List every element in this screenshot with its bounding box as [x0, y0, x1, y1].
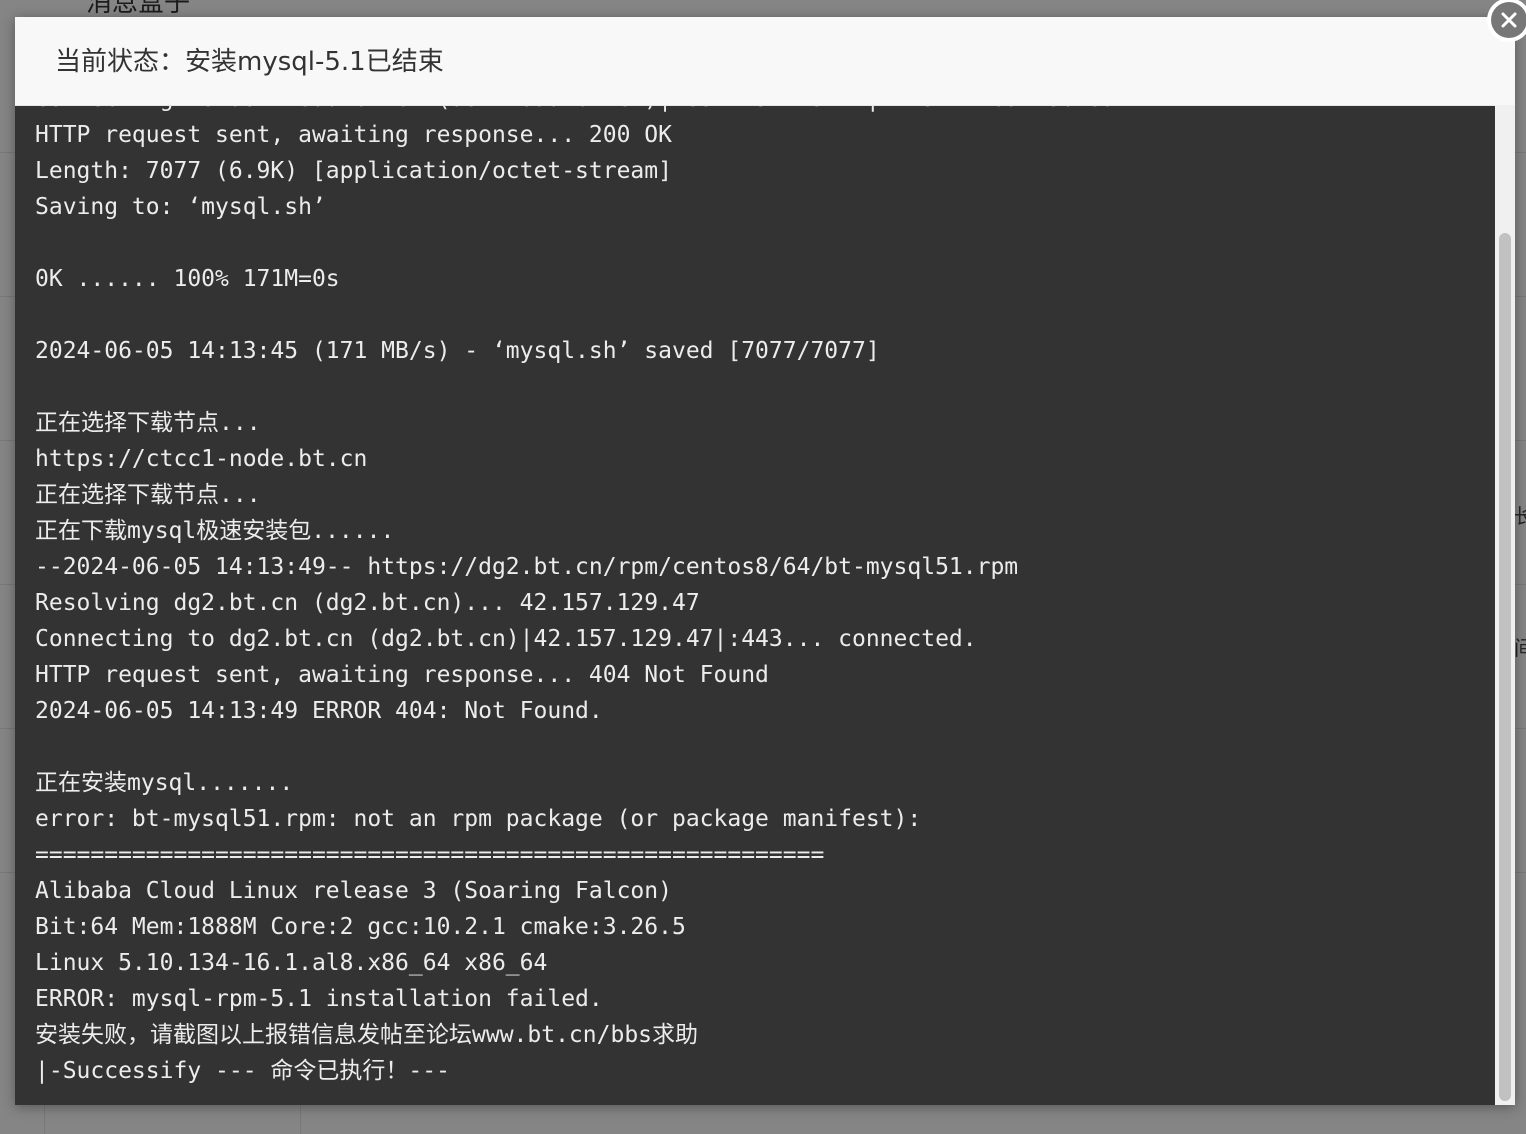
terminal-line: ERROR: mysql-rpm-5.1 installation failed…: [35, 986, 603, 1012]
terminal-line: Saving to: ‘mysql.sh’: [35, 194, 326, 220]
terminal-line: Alibaba Cloud Linux release 3 (Soaring F…: [35, 878, 672, 904]
terminal-line: Resolving dg2.bt.cn (dg2.bt.cn)... 42.15…: [35, 590, 700, 616]
terminal-line: https://ctcc1-node.bt.cn: [35, 446, 368, 472]
terminal-scrollbar[interactable]: [1495, 105, 1515, 1105]
terminal-line: ========================================…: [35, 842, 825, 868]
scrollbar-thumb[interactable]: [1499, 233, 1511, 1101]
terminal-line: Linux 5.10.134-16.1.al8.x86_64 x86_64: [35, 950, 548, 976]
terminal-line: --2024-06-05 14:13:49-- https://dg2.bt.c…: [35, 554, 1019, 580]
terminal-line: 正在安装mysql.......: [35, 770, 294, 796]
terminal-line: 2024-06-05 14:13:49 ERROR 404: Not Found…: [35, 698, 603, 724]
terminal-line: 2024-06-05 14:13:45 (171 MB/s) - ‘mysql.…: [35, 338, 880, 364]
terminal-lines: Connecting to download.bt.cn (download.b…: [35, 81, 1129, 1089]
terminal-line: Length: 7077 (6.9K) [application/octet-s…: [35, 158, 672, 184]
terminal-line: error: bt-mysql51.rpm: not an rpm packag…: [35, 806, 922, 832]
close-button[interactable]: [1487, 0, 1526, 42]
install-log-dialog: 当前状态：安装mysql-5.1已结束 Connecting to downlo…: [15, 17, 1515, 1105]
terminal-line: Bit:64 Mem:1888M Core:2 gcc:10.2.1 cmake…: [35, 914, 686, 940]
terminal-line: 0K ...... 100% 171M=0s: [35, 266, 340, 292]
terminal-line: 正在选择下载节点...: [35, 482, 261, 508]
terminal-output[interactable]: Connecting to download.bt.cn (download.b…: [15, 81, 1495, 1105]
dialog-title: 当前状态：安装mysql-5.1已结束: [55, 47, 444, 77]
terminal-line: 正在选择下载节点...: [35, 410, 261, 436]
terminal-line: Connecting to dg2.bt.cn (dg2.bt.cn)|42.1…: [35, 626, 977, 652]
close-icon: [1491, 2, 1526, 38]
terminal-line: |-Successify --- 命令已执行！---: [35, 1058, 450, 1084]
terminal-line: HTTP request sent, awaiting response... …: [35, 122, 672, 148]
terminal-line: HTTP request sent, awaiting response... …: [35, 662, 769, 688]
dialog-header: 当前状态：安装mysql-5.1已结束: [15, 17, 1515, 106]
terminal-line: 正在下载mysql极速安装包......: [35, 518, 395, 544]
terminal-line: 安装失败，请截图以上报错信息发帖至论坛www.bt.cn/bbs求助: [35, 1022, 699, 1048]
